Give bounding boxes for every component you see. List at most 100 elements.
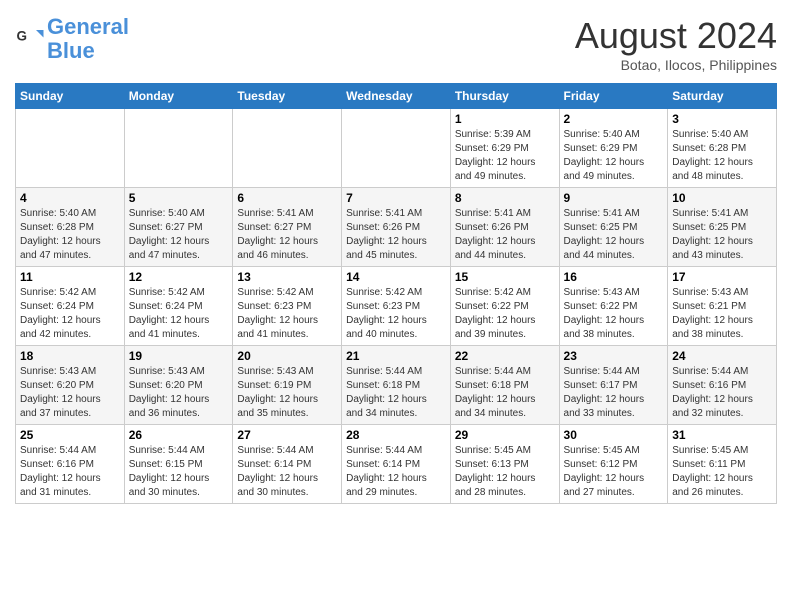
calendar-cell: 5 Sunrise: 5:40 AMSunset: 6:27 PMDaylight… bbox=[124, 188, 233, 267]
calendar-week-row: 25Sunrise: 5:44 AMSunset: 6:16 PMDayligh… bbox=[16, 425, 777, 504]
day-number: 13 bbox=[237, 270, 337, 284]
day-number: 1 bbox=[455, 112, 555, 126]
day-number: 9 bbox=[564, 191, 664, 205]
calendar-cell: 14Sunrise: 5:42 AMSunset: 6:23 PMDayligh… bbox=[342, 267, 451, 346]
day-info: Sunrise: 5:42 AMSunset: 6:23 PMDaylight:… bbox=[346, 286, 446, 342]
day-number: 21 bbox=[346, 349, 446, 363]
calendar-week-row: 18 Sunrise: 5:43 AMSunset: 6:20 PMDayligh… bbox=[16, 346, 777, 425]
day-number: 31 bbox=[672, 428, 772, 442]
weekday-header: Wednesday bbox=[342, 84, 451, 109]
logo: G General Blue bbox=[15, 15, 129, 63]
day-number: 28 bbox=[346, 428, 446, 442]
calendar-body: 1Sunrise: 5:39 AMSunset: 6:29 PMDaylight… bbox=[16, 109, 777, 504]
day-number: 16 bbox=[564, 270, 664, 284]
day-info: Sunrise: 5:41 AMSunset: 6:27 PMDaylight:… bbox=[237, 207, 337, 263]
weekday-header: Saturday bbox=[668, 84, 777, 109]
day-number: 19 bbox=[129, 349, 229, 363]
day-number: 5 bbox=[129, 191, 229, 205]
day-info: Sunrise: 5:41 AMSunset: 6:26 PMDaylight:… bbox=[346, 207, 446, 263]
day-number: 23 bbox=[564, 349, 664, 363]
calendar-cell: 31 Sunrise: 5:45 AMSunset: 6:11 PMDayligh… bbox=[668, 425, 777, 504]
day-number: 17 bbox=[672, 270, 772, 284]
day-info: Sunrise: 5:43 AMSunset: 6:20 PMDaylight:… bbox=[20, 365, 120, 421]
calendar-cell: 26 Sunrise: 5:44 AMSunset: 6:15 PMDayligh… bbox=[124, 425, 233, 504]
day-number: 7 bbox=[346, 191, 446, 205]
calendar-cell: 15Sunrise: 5:42 AMSunset: 6:22 PMDayligh… bbox=[450, 267, 559, 346]
day-number: 26 bbox=[129, 428, 229, 442]
calendar-cell: 13 Sunrise: 5:42 AMSunset: 6:23 PMDayligh… bbox=[233, 267, 342, 346]
day-number: 2 bbox=[564, 112, 664, 126]
calendar-cell: 23 Sunrise: 5:44 AMSunset: 6:17 PMDayligh… bbox=[559, 346, 668, 425]
calendar-cell: 29 Sunrise: 5:45 AMSunset: 6:13 PMDayligh… bbox=[450, 425, 559, 504]
calendar-table: SundayMondayTuesdayWednesdayThursdayFrid… bbox=[15, 83, 777, 504]
calendar-week-row: 1Sunrise: 5:39 AMSunset: 6:29 PMDaylight… bbox=[16, 109, 777, 188]
location: Botao, Ilocos, Philippines bbox=[575, 57, 777, 73]
day-info: Sunrise: 5:44 AMSunset: 6:16 PMDaylight:… bbox=[672, 365, 772, 421]
calendar-cell: 24 Sunrise: 5:44 AMSunset: 6:16 PMDayligh… bbox=[668, 346, 777, 425]
calendar-cell: 19 Sunrise: 5:43 AMSunset: 6:20 PMDayligh… bbox=[124, 346, 233, 425]
weekday-header: Friday bbox=[559, 84, 668, 109]
calendar-cell: 2 Sunrise: 5:40 AMSunset: 6:29 PMDaylight… bbox=[559, 109, 668, 188]
calendar-week-row: 11 Sunrise: 5:42 AMSunset: 6:24 PMDayligh… bbox=[16, 267, 777, 346]
day-info: Sunrise: 5:40 AMSunset: 6:28 PMDaylight:… bbox=[672, 128, 772, 184]
calendar-cell: 30Sunrise: 5:45 AMSunset: 6:12 PMDayligh… bbox=[559, 425, 668, 504]
calendar-cell bbox=[124, 109, 233, 188]
day-info: Sunrise: 5:41 AMSunset: 6:26 PMDaylight:… bbox=[455, 207, 555, 263]
page-header: G General Blue August 2024 Botao, Ilocos… bbox=[15, 15, 777, 73]
weekday-header: Tuesday bbox=[233, 84, 342, 109]
day-info: Sunrise: 5:40 AMSunset: 6:27 PMDaylight:… bbox=[129, 207, 229, 263]
day-info: Sunrise: 5:41 AMSunset: 6:25 PMDaylight:… bbox=[672, 207, 772, 263]
calendar-cell: 1Sunrise: 5:39 AMSunset: 6:29 PMDaylight… bbox=[450, 109, 559, 188]
calendar-cell: 17 Sunrise: 5:43 AMSunset: 6:21 PMDayligh… bbox=[668, 267, 777, 346]
calendar-cell: 28 Sunrise: 5:44 AMSunset: 6:14 PMDayligh… bbox=[342, 425, 451, 504]
calendar-cell: 16 Sunrise: 5:43 AMSunset: 6:22 PMDayligh… bbox=[559, 267, 668, 346]
logo-text: General Blue bbox=[47, 15, 129, 63]
calendar-week-row: 4Sunrise: 5:40 AMSunset: 6:28 PMDaylight… bbox=[16, 188, 777, 267]
day-info: Sunrise: 5:42 AMSunset: 6:24 PMDaylight:… bbox=[20, 286, 120, 342]
day-info: Sunrise: 5:44 AMSunset: 6:17 PMDaylight:… bbox=[564, 365, 664, 421]
day-info: Sunrise: 5:43 AMSunset: 6:22 PMDaylight:… bbox=[564, 286, 664, 342]
day-number: 3 bbox=[672, 112, 772, 126]
day-number: 12 bbox=[129, 270, 229, 284]
calendar-cell bbox=[233, 109, 342, 188]
calendar-cell: 6 Sunrise: 5:41 AMSunset: 6:27 PMDaylight… bbox=[233, 188, 342, 267]
logo-icon: G bbox=[15, 24, 45, 54]
day-info: Sunrise: 5:40 AMSunset: 6:29 PMDaylight:… bbox=[564, 128, 664, 184]
weekday-header: Sunday bbox=[16, 84, 125, 109]
day-info: Sunrise: 5:42 AMSunset: 6:24 PMDaylight:… bbox=[129, 286, 229, 342]
day-number: 20 bbox=[237, 349, 337, 363]
day-info: Sunrise: 5:44 AMSunset: 6:18 PMDaylight:… bbox=[346, 365, 446, 421]
calendar-cell bbox=[342, 109, 451, 188]
day-number: 29 bbox=[455, 428, 555, 442]
calendar-cell: 3 Sunrise: 5:40 AMSunset: 6:28 PMDaylight… bbox=[668, 109, 777, 188]
day-info: Sunrise: 5:45 AMSunset: 6:13 PMDaylight:… bbox=[455, 444, 555, 500]
day-number: 10 bbox=[672, 191, 772, 205]
calendar-cell: 12 Sunrise: 5:42 AMSunset: 6:24 PMDayligh… bbox=[124, 267, 233, 346]
day-info: Sunrise: 5:42 AMSunset: 6:22 PMDaylight:… bbox=[455, 286, 555, 342]
day-number: 11 bbox=[20, 270, 120, 284]
day-number: 6 bbox=[237, 191, 337, 205]
day-info: Sunrise: 5:44 AMSunset: 6:15 PMDaylight:… bbox=[129, 444, 229, 500]
calendar-cell bbox=[16, 109, 125, 188]
day-info: Sunrise: 5:45 AMSunset: 6:11 PMDaylight:… bbox=[672, 444, 772, 500]
day-number: 24 bbox=[672, 349, 772, 363]
month-title: August 2024 bbox=[575, 15, 777, 57]
day-info: Sunrise: 5:42 AMSunset: 6:23 PMDaylight:… bbox=[237, 286, 337, 342]
day-info: Sunrise: 5:43 AMSunset: 6:21 PMDaylight:… bbox=[672, 286, 772, 342]
calendar-cell: 21 Sunrise: 5:44 AMSunset: 6:18 PMDayligh… bbox=[342, 346, 451, 425]
calendar-cell: 10 Sunrise: 5:41 AMSunset: 6:25 PMDayligh… bbox=[668, 188, 777, 267]
day-info: Sunrise: 5:44 AMSunset: 6:14 PMDaylight:… bbox=[346, 444, 446, 500]
day-info: Sunrise: 5:40 AMSunset: 6:28 PMDaylight:… bbox=[20, 207, 120, 263]
calendar-cell: 18 Sunrise: 5:43 AMSunset: 6:20 PMDayligh… bbox=[16, 346, 125, 425]
day-info: Sunrise: 5:41 AMSunset: 6:25 PMDaylight:… bbox=[564, 207, 664, 263]
day-number: 27 bbox=[237, 428, 337, 442]
calendar-cell: 11 Sunrise: 5:42 AMSunset: 6:24 PMDayligh… bbox=[16, 267, 125, 346]
day-info: Sunrise: 5:44 AMSunset: 6:18 PMDaylight:… bbox=[455, 365, 555, 421]
day-number: 30 bbox=[564, 428, 664, 442]
calendar-cell: 4Sunrise: 5:40 AMSunset: 6:28 PMDaylight… bbox=[16, 188, 125, 267]
calendar-cell: 25Sunrise: 5:44 AMSunset: 6:16 PMDayligh… bbox=[16, 425, 125, 504]
day-number: 18 bbox=[20, 349, 120, 363]
calendar-cell: 20Sunrise: 5:43 AMSunset: 6:19 PMDayligh… bbox=[233, 346, 342, 425]
calendar-cell: 8Sunrise: 5:41 AMSunset: 6:26 PMDaylight… bbox=[450, 188, 559, 267]
day-info: Sunrise: 5:43 AMSunset: 6:20 PMDaylight:… bbox=[129, 365, 229, 421]
